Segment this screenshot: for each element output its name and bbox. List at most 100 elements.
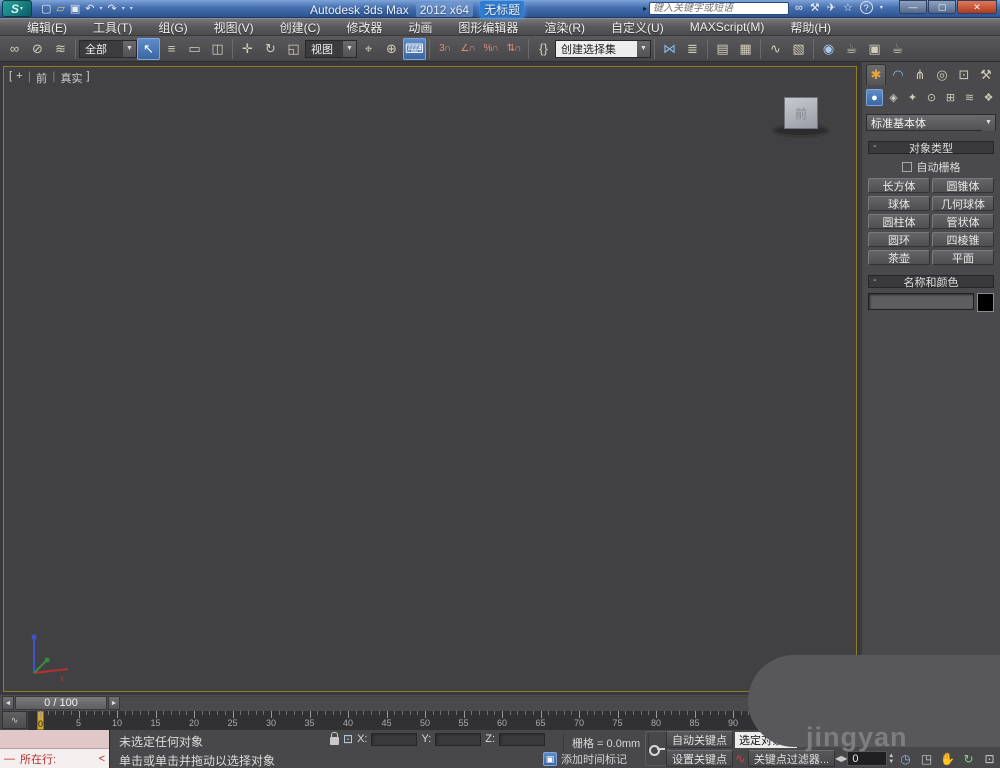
undo-icon[interactable]: ↶ — [84, 2, 95, 16]
keyboard-shortcut-override-toggle[interactable]: ⌨ — [403, 37, 426, 60]
auto-key-button[interactable]: 自动关键点 — [666, 731, 733, 748]
angle-snap-toggle[interactable]: ∠∩ — [456, 38, 479, 60]
menu-item[interactable]: 图形编辑器 — [445, 19, 531, 36]
dropdown-arrow-icon[interactable]: ▼ — [123, 40, 136, 57]
selection-lock-icon[interactable] — [330, 732, 339, 745]
use-pivot-point-center-button[interactable]: ⌖ — [357, 38, 380, 60]
orbit-button[interactable]: ↻ — [958, 750, 979, 767]
menu-item[interactable]: 帮助(H) — [777, 19, 844, 36]
front-viewport[interactable]: [ + ∣ 前 ∣ 真实 ] 前 x — [3, 66, 857, 692]
name-color-rollout-header[interactable]: - 名称和颜色 — [868, 274, 994, 289]
search-icon[interactable]: ∞ — [795, 2, 803, 14]
subcat-lights[interactable]: ✦ — [904, 89, 921, 106]
menu-item[interactable]: 创建(C) — [267, 19, 334, 36]
primitive-button[interactable]: 平面 — [932, 250, 994, 265]
object-color-swatch[interactable] — [977, 293, 994, 312]
primitive-button[interactable]: 管状体 — [932, 214, 994, 229]
z-coordinate-field[interactable] — [499, 732, 546, 746]
render-setup-button[interactable]: ☕ — [840, 38, 863, 60]
quick-render-button[interactable]: ☕ — [886, 38, 909, 60]
unlink-selection-button[interactable]: ⊘ — [26, 38, 49, 60]
frame-spinner[interactable]: ▲ ▼ — [887, 753, 895, 765]
layer-manager-button[interactable]: ▤ — [711, 38, 734, 60]
redo-dropdown-arrow-icon[interactable]: ▾ — [121, 2, 126, 16]
tab-utilities[interactable]: ⚒ — [976, 64, 996, 85]
search-flyout-arrow-icon[interactable]: ▸ — [643, 4, 647, 13]
graphite-ribbon-toggle[interactable]: ▦ — [734, 38, 757, 60]
menu-item[interactable]: 视图(V) — [201, 19, 267, 36]
menu-item[interactable]: 自定义(U) — [598, 19, 677, 36]
primitive-button[interactable]: 茶壶 — [868, 250, 930, 265]
object-name-input[interactable] — [868, 293, 974, 310]
help-icon[interactable]: ? — [859, 1, 873, 14]
new-scene-icon[interactable]: ▢ — [40, 2, 52, 16]
select-and-rotate-button[interactable]: ↻ — [259, 38, 282, 60]
tab-hierarchy[interactable]: ⋔ — [910, 64, 930, 85]
curve-editor-button[interactable]: ∿ — [764, 38, 787, 60]
primitive-button[interactable]: 圆环 — [868, 232, 930, 247]
select-by-name-button[interactable]: ≡ — [160, 38, 183, 60]
listener-pane[interactable]: — 所在行: < — [0, 749, 109, 768]
previous-frame-arrow[interactable]: ◄ — [2, 696, 14, 710]
primitive-button[interactable]: 四棱锥 — [932, 232, 994, 247]
time-slider-handle[interactable]: 0 / 100 — [15, 696, 107, 710]
next-frame-arrow[interactable]: ► — [108, 696, 120, 710]
favorites-star-icon[interactable]: ☆ — [843, 1, 853, 14]
mirror-button[interactable]: ⋈ — [658, 38, 681, 60]
time-tag-icon[interactable]: ▣ — [543, 752, 557, 766]
tab-display[interactable]: ⊡ — [954, 64, 974, 85]
subscription-center-icon[interactable]: ⚒ — [810, 1, 820, 14]
macro-recorder-pane[interactable] — [0, 730, 109, 749]
absolute-mode-icon[interactable]: ⊡ — [343, 732, 353, 746]
new-key-curve-icon[interactable]: ∿ — [735, 751, 746, 767]
spinner-snap-toggle[interactable]: ⇅∩ — [502, 38, 525, 60]
x-coordinate-field[interactable] — [371, 732, 418, 746]
primitive-button[interactable]: 几何球体 — [932, 196, 994, 211]
percent-snap-toggle[interactable]: %∩ — [479, 38, 502, 60]
tab-create[interactable]: ✱ — [866, 64, 886, 85]
y-coordinate-field[interactable] — [435, 732, 482, 746]
select-object-button[interactable]: ↖ — [137, 37, 160, 60]
viewcube[interactable]: 前 — [772, 95, 832, 141]
snap-toggle-3d-button[interactable]: 3∩ — [433, 38, 456, 60]
subcat-shapes[interactable]: ◈ — [885, 89, 902, 106]
maximize-button[interactable]: ▢ — [928, 0, 956, 14]
selection-filter-dropdown[interactable]: 全部 ▼ — [79, 39, 137, 58]
set-key-button[interactable]: 设置关键点 — [666, 750, 733, 767]
primitive-category-dropdown[interactable]: 标准基本体 ▼ — [866, 114, 996, 131]
communication-center-icon[interactable]: ✈ — [827, 1, 836, 14]
subcat-helpers[interactable]: ⊞ — [942, 89, 959, 106]
align-button[interactable]: ≣ — [681, 38, 704, 60]
subcat-systems[interactable]: ❖ — [980, 89, 997, 106]
menu-item[interactable]: 修改器 — [333, 19, 395, 36]
primitive-button[interactable]: 长方体 — [868, 178, 930, 193]
autogrid-checkbox[interactable] — [901, 162, 912, 172]
open-file-icon[interactable]: ▱ — [55, 2, 65, 16]
schematic-view-button[interactable]: ▧ — [787, 38, 810, 60]
primitive-button[interactable]: 圆锥体 — [932, 178, 994, 193]
material-editor-button[interactable]: ◉ — [817, 38, 840, 60]
minimize-button[interactable]: — — [899, 0, 927, 14]
toolbar-options-arrow-icon[interactable]: ▾ — [129, 2, 134, 16]
search-input[interactable] — [649, 2, 790, 15]
save-file-icon[interactable]: ▣ — [69, 2, 81, 16]
viewport-pov-menu[interactable]: 前 — [36, 70, 47, 86]
dropdown-arrow-icon[interactable]: ▼ — [982, 114, 995, 131]
menu-item[interactable]: 动画 — [395, 19, 445, 36]
redo-icon[interactable]: ↷ — [107, 2, 118, 16]
viewcube-cube[interactable]: 前 — [784, 97, 818, 129]
primitive-button[interactable]: 球体 — [868, 196, 930, 211]
subcat-cameras[interactable]: ⊙ — [923, 89, 940, 106]
object-type-rollout-header[interactable]: - 对象类型 — [868, 140, 994, 155]
bind-to-space-warp-button[interactable]: ≋ — [49, 38, 72, 60]
edit-named-selection-sets-button[interactable]: {} — [532, 38, 555, 60]
open-mini-curve-editor-button[interactable]: ∿ — [2, 711, 27, 729]
select-and-manipulate-button[interactable]: ⊕ — [380, 38, 403, 60]
rendered-frame-window-button[interactable]: ▣ — [863, 38, 886, 60]
viewport-general-menu[interactable]: + — [16, 70, 22, 86]
undo-dropdown-arrow-icon[interactable]: ▾ — [99, 2, 104, 16]
rectangular-selection-region-button[interactable]: ▭ — [183, 38, 206, 60]
maxscript-mini-listener[interactable]: — 所在行: < — [0, 730, 110, 768]
subcat-geometry[interactable]: ● — [866, 89, 883, 106]
select-and-link-button[interactable]: ∞ — [3, 38, 26, 60]
